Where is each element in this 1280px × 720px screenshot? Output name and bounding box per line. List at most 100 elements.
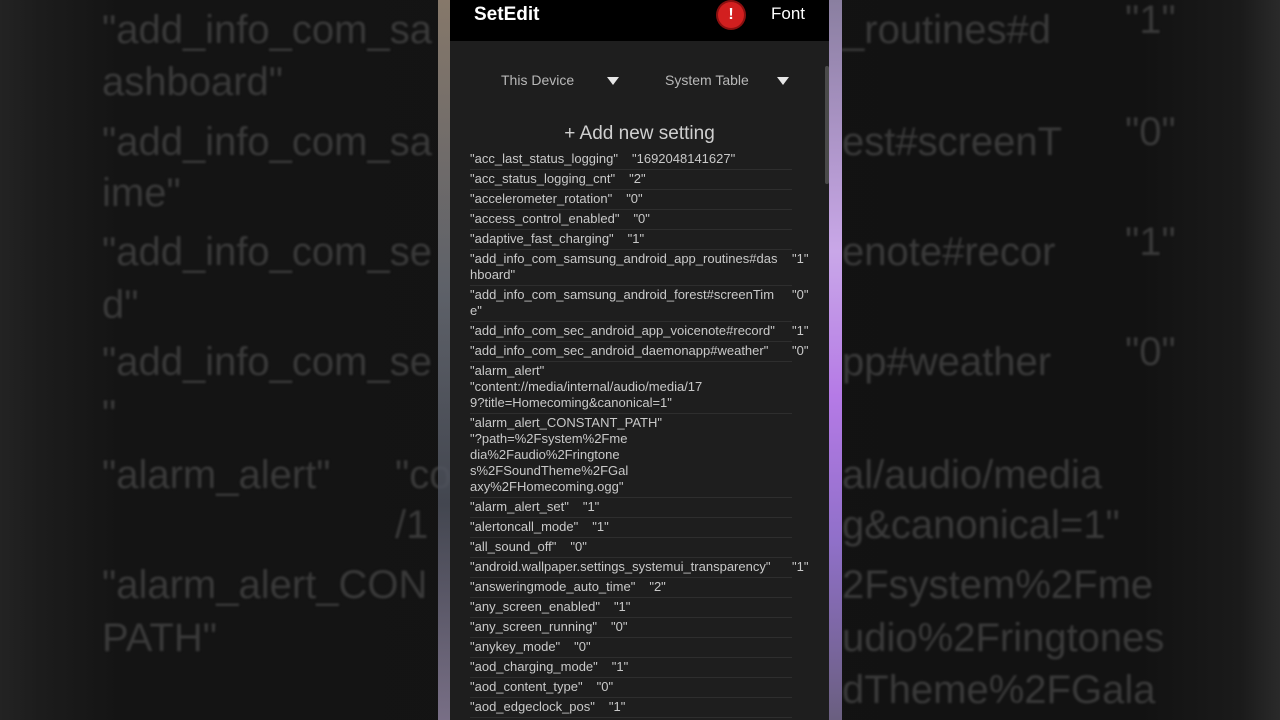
right-edge-glow [829,0,842,720]
font-button[interactable]: Font [771,4,805,24]
setting-key: "add_info_com_samsung_android_app_routin… [470,251,778,282]
setting-key: "alarm_alert_set" [470,499,569,514]
setting-value: "0" [574,639,591,654]
setting-value: "2" [629,171,646,186]
setting-row[interactable]: "add_info_com_sec_android_daemonapp#weat… [470,342,808,362]
setting-key: "access_control_enabled" [470,211,620,226]
setting-value: "1" [582,499,600,514]
background-value: "0" [1125,110,1176,154]
setting-value: "1" [792,559,809,574]
background-text: "add_info_com_sa [102,8,432,52]
setting-row[interactable]: "aod_charging_mode" "1" [470,658,792,678]
setting-key: "alertoncall_mode" [470,519,579,534]
setting-row[interactable]: "answeringmode_auto_time" "2" [470,578,792,598]
setting-value: "1" [627,231,645,246]
app-bar: SetEdit ! Font [450,0,829,41]
setting-key: "any_screen_running" [470,619,598,634]
setting-key: "aod_charging_mode" [470,659,598,674]
background-text: enote#recor [842,230,1056,274]
setting-row[interactable]: "alarm_alert_CONSTANT_PATH""?path=%2Fsys… [470,414,792,498]
setting-key: "answeringmode_auto_time" [470,579,636,594]
setting-value: "1" [792,251,809,266]
background-value: "1" [1125,0,1176,42]
setting-key: "add_info_com_sec_android_daemonapp#weat… [470,343,769,358]
background-text: 2Fsystem%2Fme [842,563,1154,607]
setting-value: "1" [792,323,809,338]
setting-row[interactable]: "accelerometer_rotation" "0" [470,190,792,210]
background-text: "alarm_alert_CON [102,563,428,607]
app-title: SetEdit [474,4,540,25]
setting-value: "0" [626,191,643,206]
setting-value: "1" [611,659,629,674]
background-text: udio%2Fringtones [842,616,1165,660]
setting-row[interactable]: "access_control_enabled" "0" [470,210,792,230]
setting-row[interactable]: "acc_status_logging_cnt" "2" [470,170,792,190]
setting-row[interactable]: "alarm_alert""content://media/internal/a… [470,362,792,414]
setting-value: "0" [596,679,614,694]
setting-value: "0" [570,539,587,554]
background-text: est#screenT [842,120,1063,164]
setting-row[interactable]: "add_info_com_sec_android_app_voicenote#… [470,322,808,342]
setting-row[interactable]: "alertoncall_mode" "1" [470,518,792,538]
device-dropdown-arrow-icon[interactable] [607,77,619,85]
setting-row[interactable]: "adaptive_fast_charging" "1" [470,230,792,250]
background-text: /1 [395,503,429,547]
background-text: pp#weather [842,340,1052,384]
setting-key: "add_info_com_samsung_android_forest#scr… [470,287,775,318]
setting-row[interactable]: "add_info_com_samsung_android_forest#scr… [470,286,808,322]
table-dropdown-arrow-icon[interactable] [777,77,789,85]
setting-value: "0" [792,343,809,358]
setting-row[interactable]: "android.wallpaper.settings_systemui_tra… [470,558,808,578]
background-text: "add_info_com_se [102,340,432,384]
background-text: _routines#d [842,8,1052,52]
device-dropdown[interactable]: This Device [501,72,574,88]
setting-key: "acc_last_status_logging" [470,151,618,166]
setting-key: "alarm_alert" [470,363,545,378]
table-dropdown[interactable]: System Table [665,72,749,88]
scrollbar[interactable] [825,66,829,184]
add-new-setting-button[interactable]: + Add new setting [450,123,829,145]
setting-value: "0" [792,287,809,302]
setting-key: "acc_status_logging_cnt" [470,171,616,186]
background-text: d" [102,283,139,327]
setting-row[interactable]: "any_screen_running" "0" [470,618,792,638]
setting-key: "add_info_com_sec_android_app_voicenote#… [470,323,775,338]
setting-value: "1692048141627" [632,151,736,166]
setting-row[interactable]: "acc_last_status_logging" "1692048141627" [470,150,792,170]
setting-key: "aod_content_type" [470,679,583,694]
setting-value: "1" [613,599,631,614]
setting-value: "0" [633,211,650,226]
settings-list: "acc_last_status_logging" "1692048141627"… [470,150,815,720]
setting-value: "1" [608,699,626,714]
setting-row[interactable]: "anykey_mode" "0" [470,638,792,658]
background-text: "alarm_alert" [102,453,331,497]
setting-key: "anykey_mode" [470,639,561,654]
background-text: ime" [102,171,181,215]
background-text: g&canonical=1" [842,503,1120,547]
setting-row[interactable]: "aod_content_type" "0" [470,678,792,698]
setting-key: "any_screen_enabled" [470,599,600,614]
background-text: "add_info_com_se [102,230,432,274]
background-text: " [102,393,117,437]
setting-value: "0" [611,619,628,634]
setting-value: "?path=%2Fsystem%2Fmedia%2Faudio%2Fringt… [470,431,629,494]
alert-icon[interactable]: ! [718,2,744,28]
setting-row[interactable]: "any_screen_enabled" "1" [470,598,792,618]
setting-key: "adaptive_fast_charging" [470,231,614,246]
setting-row[interactable]: "add_info_com_samsung_android_app_routin… [470,250,808,286]
left-edge-glow [438,0,450,720]
background-text: dTheme%2FGala [842,668,1156,712]
setting-key: "alarm_alert_CONSTANT_PATH" [470,415,662,430]
setting-row[interactable]: "alarm_alert_set" "1" [470,498,792,518]
setting-key: "all_sound_off" [470,539,557,554]
setting-value: "2" [649,579,666,594]
setting-row[interactable]: "all_sound_off" "0" [470,538,792,558]
setting-key: "android.wallpaper.settings_systemui_tra… [470,559,771,574]
setting-key: "aod_edgeclock_pos" [470,699,595,714]
setting-value: "content://media/internal/audio/media/17… [470,379,703,410]
background-value: "1" [1125,220,1176,264]
setting-key: "accelerometer_rotation" [470,191,613,206]
background-value: "0" [1125,330,1176,374]
setting-row[interactable]: "aod_edgeclock_pos" "1" [470,698,792,718]
background-text: ashboard" [102,60,283,104]
